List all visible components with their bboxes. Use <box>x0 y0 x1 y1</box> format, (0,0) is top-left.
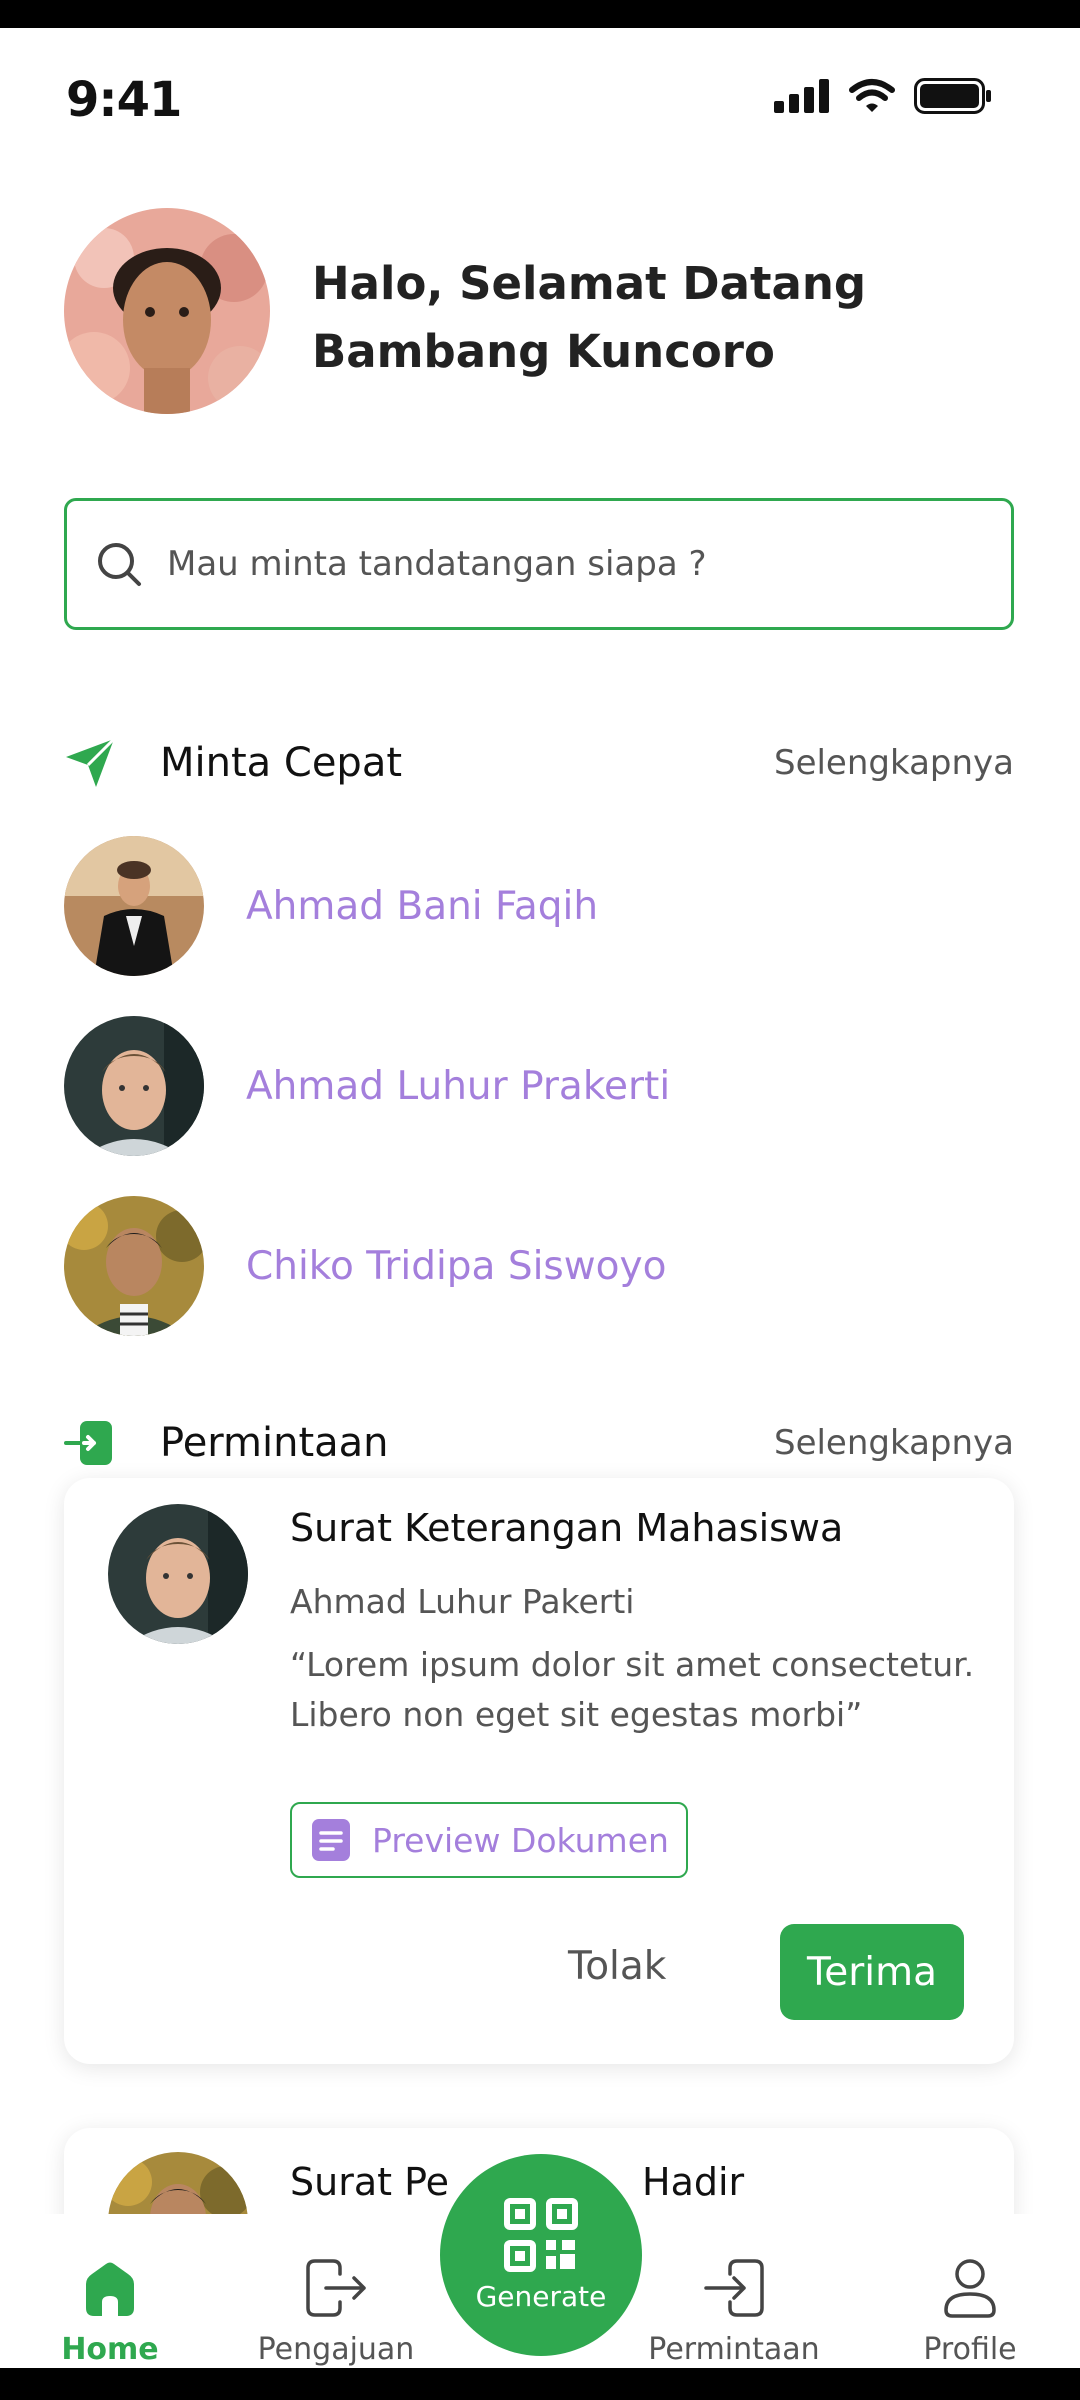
contact-name: Chiko Tridipa Siswoyo <box>246 1243 667 1289</box>
contact-avatar <box>64 836 204 976</box>
login-icon <box>704 2259 764 2317</box>
document-icon <box>312 1819 350 1861</box>
nav-home[interactable]: Home <box>20 2214 200 2368</box>
contact-name: Ahmad Bani Faqih <box>246 883 599 929</box>
send-icon <box>66 737 116 787</box>
document-title: Surat Keterangan Mahasiswa <box>290 1506 844 1550</box>
nav-profile[interactable]: Profile <box>880 2214 1060 2368</box>
request-see-more-link[interactable]: Selengkapnya <box>774 1423 1014 1463</box>
quick-see-more-link[interactable]: Selengkapnya <box>774 743 1014 783</box>
greeting-line: Halo, Selamat Datang <box>312 257 867 310</box>
login-icon <box>64 1421 112 1465</box>
nav-profile-label: Profile <box>923 2332 1017 2367</box>
request-section-title: Permintaan <box>160 1420 389 1466</box>
document-title-end: Hadir <box>642 2160 745 2204</box>
greeting: Halo, Selamat Datang Bambang Kuncoro <box>312 250 866 386</box>
request-section-header: Permintaan Selengkapnya <box>64 1408 1014 1478</box>
request-card[interactable]: Surat Keterangan Mahasiswa Ahmad Luhur P… <box>64 1478 1014 2064</box>
requester-name: Ahmad Luhur Pakerti <box>290 1582 635 1621</box>
preview-document-button[interactable]: Preview Dokumen <box>290 1802 688 1878</box>
user-name: Bambang Kuncoro <box>312 325 775 378</box>
search-input[interactable] <box>167 544 967 584</box>
quick-section-header: Minta Cepat Selengkapnya <box>64 728 1014 798</box>
quick-contact[interactable]: Ahmad Bani Faqih <box>64 836 964 976</box>
app-screen: 9:41 Halo, Selamat Datang Bambang Kuncor… <box>0 28 1080 2368</box>
user-icon <box>944 2259 996 2318</box>
preview-document-label: Preview Dokumen <box>372 1820 669 1860</box>
status-time: 9:41 <box>66 72 182 128</box>
quick-section-title: Minta Cepat <box>160 740 403 786</box>
nav-home-label: Home <box>61 2332 159 2367</box>
accept-button[interactable]: Terima <box>780 1924 964 2020</box>
nav-permintaan[interactable]: Permintaan <box>644 2214 824 2368</box>
wifi-icon <box>849 79 895 112</box>
document-title-start: Surat Pe <box>290 2160 450 2204</box>
qr-code-icon <box>504 2197 578 2272</box>
search-icon <box>98 543 141 586</box>
requester-avatar <box>108 1504 248 1644</box>
contact-avatar <box>64 1196 204 1336</box>
user-avatar[interactable] <box>64 208 270 414</box>
battery-icon <box>914 78 991 114</box>
reject-button[interactable]: Tolak <box>568 1944 666 1989</box>
nav-pengajuan[interactable]: Pengajuan <box>246 2214 426 2368</box>
status-icons <box>774 78 992 114</box>
quick-contact[interactable]: Chiko Tridipa Siswoyo <box>64 1196 964 1336</box>
contact-name: Ahmad Luhur Prakerti <box>246 1063 671 1109</box>
nav-pengajuan-label: Pengajuan <box>257 2332 415 2367</box>
generate-label: Generate <box>475 2279 607 2313</box>
contact-avatar <box>64 1016 204 1156</box>
home-icon <box>86 2262 134 2316</box>
logout-icon <box>306 2259 366 2317</box>
generate-qr-button[interactable]: Generate <box>440 2154 642 2356</box>
nav-permintaan-label: Permintaan <box>648 2332 820 2367</box>
search-bar[interactable] <box>64 498 1014 630</box>
request-note: “Lorem ipsum dolor sit amet consectetur.… <box>290 1645 975 1734</box>
signal-icon <box>774 79 829 113</box>
quick-contact[interactable]: Ahmad Luhur Prakerti <box>64 1016 964 1156</box>
